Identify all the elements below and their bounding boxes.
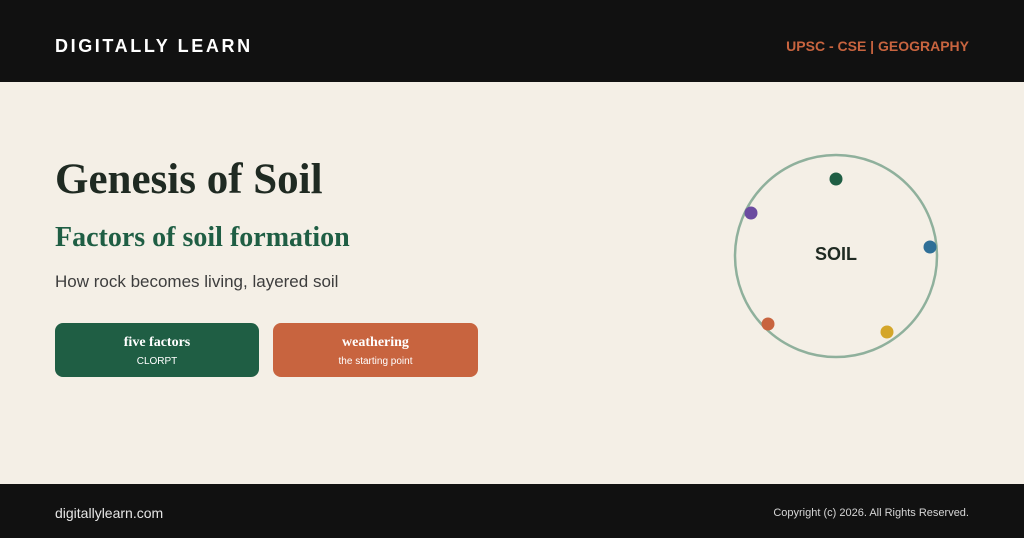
card-title: five factors [123, 335, 191, 350]
card-subtitle: CLORPT [136, 356, 178, 367]
site-brand[interactable]: DIGITALLY LEARN [55, 36, 253, 57]
footer-copyright: Copyright (c) 2026. All Rights Reserved. [773, 507, 969, 519]
weathering-card[interactable]: weathering the starting point [273, 323, 478, 377]
page-subtitle: Factors of soil formation [55, 222, 350, 253]
factor-dot-green [829, 172, 843, 186]
soil-ring-svg: SOIL [733, 153, 939, 359]
soil-factors-diagram: SOIL [720, 142, 950, 372]
factor-dot-blue [923, 240, 937, 254]
footer-bar: digitallylearn.com Copyright (c) 2026. A… [0, 484, 1024, 538]
factor-dot-purple [744, 206, 758, 220]
footer-site-link[interactable]: digitallylearn.com [55, 505, 163, 521]
hero-section: Genesis of Soil Factors of soil formatio… [0, 82, 1024, 484]
top-nav-bar: DIGITALLY LEARN UPSC - CSE | GEOGRAPHY [0, 0, 1024, 82]
page-title: Genesis of Soil [55, 156, 323, 203]
card-subtitle: the starting point [338, 356, 413, 367]
factor-dot-yellow [880, 325, 894, 339]
page-description: How rock becomes living, layered soil [55, 272, 339, 291]
five-factors-card[interactable]: five factors CLORPT [55, 323, 259, 377]
soil-center-label: SOIL [815, 244, 857, 264]
factor-dot-orange [761, 317, 775, 331]
topic-tag: UPSC - CSE | GEOGRAPHY [786, 38, 969, 54]
card-title: weathering [342, 335, 409, 350]
